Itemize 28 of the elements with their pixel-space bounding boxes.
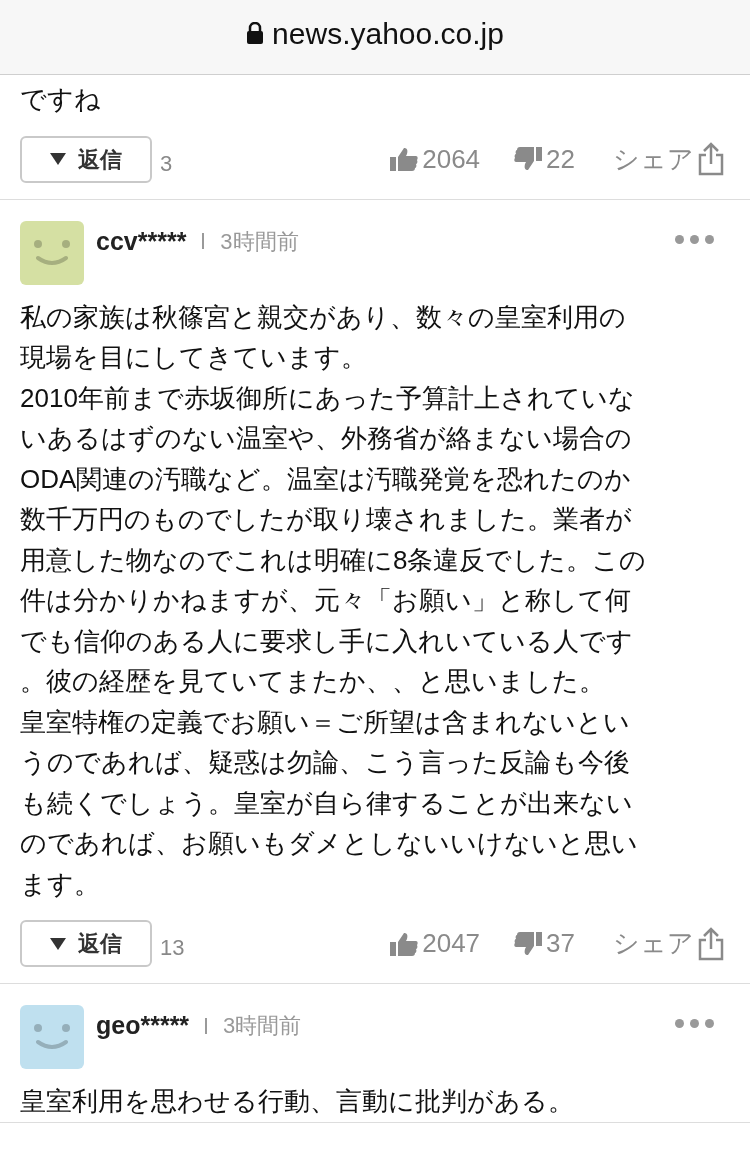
like-button[interactable]: 2047 (390, 924, 481, 963)
reply-button[interactable]: 返信 (20, 135, 152, 183)
dislike-button[interactable]: 37 (514, 924, 575, 963)
reply-count: 13 (160, 934, 185, 962)
url-text: news.yahoo.co.jp (272, 15, 504, 52)
triangle-down-icon (50, 153, 66, 165)
share-icon (698, 142, 724, 176)
reply-count: 3 (160, 149, 173, 178)
reply-button[interactable]: 返信 (20, 920, 152, 967)
share-button[interactable]: シェア (613, 139, 724, 179)
thumbs-down-icon (514, 931, 543, 956)
comment-text: ですね (20, 83, 102, 116)
comment-text: 私の家族は秋篠宮と親交があり、数々の皇室利用の 現場を目にしてきています。 2010年前まで赤坂御所にあった予算計上されていな いあるはずのない温室や、外務省が絡まない場合の ODA関連の汚職など。温室は汚職発覚を恐れたのか 数千万円のものでしたが取り壊されました。業者が 用意した物なのでこれは明確に8条違反でした。この 件は分かりかねますが、元々「お願い」と称して何 でも信仰のある人に要求し手に入れいている人です 。彼の経歴を見ていてまたか、、と思いました。 皇室特権の定義でお願い＝ご所望は含まれないとい うのであれば、疑惑は勿論、こう言った反論も今後 も続くでしょう。皇室が自ら律することが出来ない のであれば、お願いもダメとしないいけないと思い ます。 (20, 300, 648, 901)
timestamp: 3時間前 (220, 227, 299, 256)
triangle-down-icon (50, 937, 66, 950)
thumbs-up-icon (390, 147, 419, 171)
like-button[interactable]: 2064 (390, 139, 481, 179)
thumbs-down-icon (514, 147, 543, 171)
comment-text: 皇室利用を思わせる行動、言動に批判がある。 (20, 1085, 575, 1118)
thumbs-up-icon (390, 931, 419, 956)
timestamp: 3時間前 (223, 1012, 302, 1041)
share-button[interactable]: シェア (613, 924, 724, 963)
address-bar[interactable]: news.yahoo.co.jp (0, 0, 750, 75)
username[interactable]: ccv***** (96, 222, 187, 260)
share-icon (698, 926, 724, 961)
lock-icon (246, 22, 265, 44)
dislike-button[interactable]: 22 (514, 139, 575, 179)
username[interactable]: geo***** (96, 1007, 190, 1045)
